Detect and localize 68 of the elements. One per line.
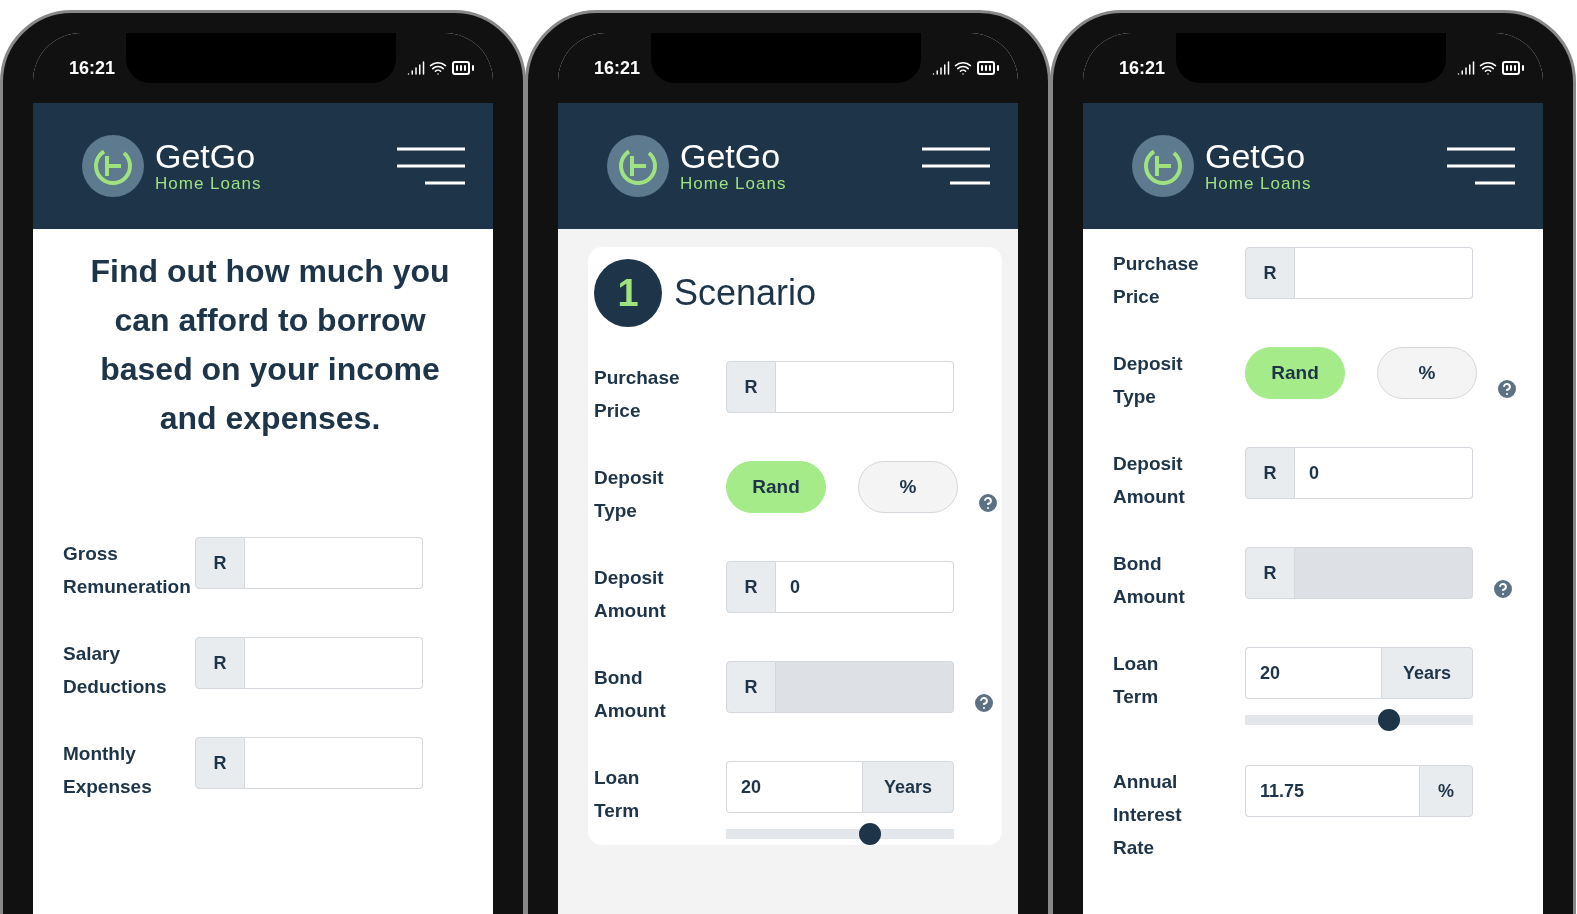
brand-tagline: Home Loans (680, 174, 787, 194)
deposit-type-toggle[interactable]: Rand (726, 461, 826, 513)
logo-icon (81, 134, 145, 198)
brand-name: GetGo (155, 138, 257, 174)
wifi-icon (429, 59, 447, 77)
field-label: Loan Term (594, 766, 640, 823)
brand-tagline: Home Loans (1205, 174, 1312, 194)
field-label: Deposit Amount (1113, 452, 1185, 509)
help-icon[interactable] (1495, 377, 1519, 401)
field-label: Purchase Price (1113, 252, 1199, 309)
amount-input[interactable] (776, 361, 954, 413)
wifi-icon (954, 59, 972, 77)
field-label: Bond Amount (594, 666, 666, 723)
currency-prefix: R (1245, 447, 1295, 499)
field-label: Gross Remuneration (63, 542, 191, 599)
currency-prefix: R (726, 561, 776, 613)
menu-icon[interactable] (395, 146, 467, 186)
currency-prefix: R (195, 537, 245, 589)
amount-input[interactable]: 0 (1295, 447, 1473, 499)
field-label: Deposit Amount (594, 566, 666, 623)
currency-prefix: R (1245, 247, 1295, 299)
status-time: 16:21 (594, 57, 641, 79)
amount-input[interactable] (245, 637, 423, 689)
signal-icon (932, 59, 950, 77)
brand-name: GetGo (680, 138, 782, 174)
deposit-type-toggle[interactable]: % (858, 461, 958, 513)
unit-suffix: % (1419, 765, 1473, 817)
slider-thumb[interactable] (1377, 709, 1400, 731)
term-input[interactable]: 20 (1245, 647, 1381, 699)
field-label: Purchase Price (594, 366, 680, 423)
status-time: 16:21 (69, 57, 116, 79)
menu-icon[interactable] (920, 146, 992, 186)
currency-prefix: R (195, 737, 245, 789)
brand-tagline: Home Loans (155, 174, 262, 194)
field-label: Bond Amount (1113, 552, 1185, 609)
brand-name: GetGo (1205, 138, 1307, 174)
logo-icon (1131, 134, 1195, 198)
logo-icon (606, 134, 670, 198)
unit-suffix: Years (1381, 647, 1473, 699)
rate-input[interactable]: 11.75 (1245, 765, 1419, 817)
step-title: Scenario (674, 272, 817, 314)
currency-prefix: R (1245, 547, 1295, 599)
slider-thumb[interactable] (858, 823, 881, 845)
help-icon[interactable] (976, 491, 1000, 515)
step-number: 1 (594, 259, 662, 327)
unit-suffix: Years (862, 761, 954, 813)
signal-icon (407, 59, 425, 77)
page-heading: Find out how much you can afford to borrow based on your income and expenses. (89, 252, 451, 438)
field-label: Annual Interest Rate (1113, 770, 1182, 860)
amount-input[interactable] (245, 537, 423, 589)
deposit-type-toggle[interactable]: Rand (1245, 347, 1345, 399)
currency-prefix: R (195, 637, 245, 689)
status-time: 16:21 (1119, 57, 1166, 79)
amount-input[interactable] (1295, 247, 1473, 299)
currency-prefix: R (726, 361, 776, 413)
amount-input[interactable]: 0 (776, 561, 954, 613)
menu-icon[interactable] (1445, 146, 1517, 186)
wifi-icon (1479, 59, 1497, 77)
amount-input[interactable] (245, 737, 423, 789)
deposit-type-toggle[interactable]: % (1377, 347, 1477, 399)
field-label: Loan Term (1113, 652, 1159, 709)
field-label: Salary Deductions (63, 642, 167, 699)
term-input[interactable]: 20 (726, 761, 862, 813)
field-label: Monthly Expenses (63, 742, 152, 799)
field-label: Deposit Type (1113, 352, 1183, 409)
field-label: Deposit Type (594, 466, 664, 523)
signal-icon (1457, 59, 1475, 77)
currency-prefix: R (726, 661, 776, 713)
